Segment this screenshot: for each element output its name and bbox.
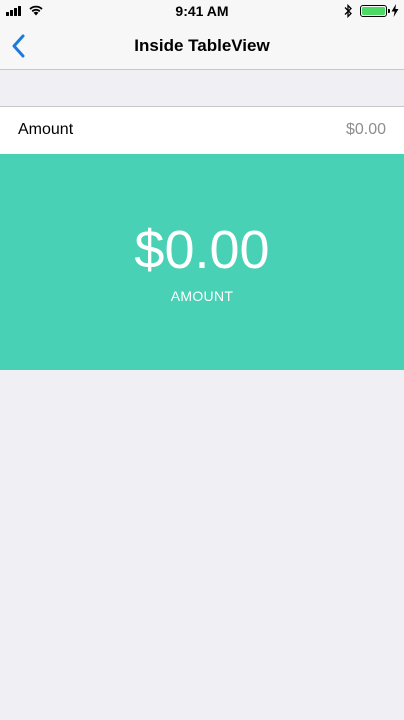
battery-icon xyxy=(360,5,390,17)
navigation-bar: Inside TableView xyxy=(0,22,404,70)
charging-icon xyxy=(391,4,399,17)
status-bar: 9:41 AM xyxy=(0,0,404,22)
amount-display: $0.00 xyxy=(134,220,270,280)
amount-row[interactable]: Amount $0.00 xyxy=(0,106,404,154)
amount-panel: $0.00 AMOUNT xyxy=(0,154,404,370)
amount-row-label: Amount xyxy=(18,121,74,138)
amount-caption: AMOUNT xyxy=(170,288,234,304)
amount-row-value: $0.00 xyxy=(345,121,386,138)
bluetooth-icon xyxy=(344,4,352,18)
page-title: Inside TableView xyxy=(134,36,270,55)
